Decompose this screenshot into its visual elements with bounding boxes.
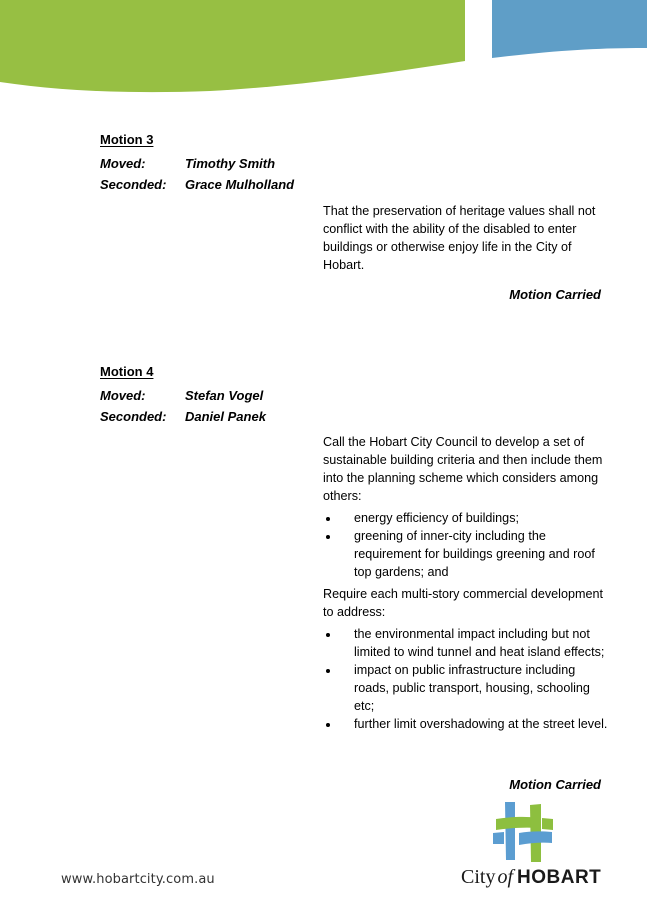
green-wave-shape: [0, 0, 465, 93]
logo-blue-horizontal-left: [493, 832, 504, 844]
motion-3-heading: Motion 3: [100, 132, 154, 147]
motion-4-bullet-list-1: energy efficiency of buildings; greening…: [323, 509, 608, 581]
motion-4-intro: Call the Hobart City Council to develop …: [323, 435, 603, 503]
motion-4-body: Call the Hobart City Council to develop …: [323, 433, 608, 737]
motion-4-seconded-by: Daniel Panek: [185, 409, 266, 424]
logo-of-text: of: [497, 866, 514, 888]
blue-wave-shape: [492, 0, 647, 58]
motion-3-seconded-by: Grace Mulholland: [185, 177, 295, 192]
motion-3-moved-label: Moved:: [100, 156, 146, 171]
motion-4-moved-by: Stefan Vogel: [185, 388, 264, 403]
motion-3-moved-by: Timothy Smith: [185, 156, 276, 171]
logo-city-text: City: [461, 866, 496, 888]
logo-green-horizontal-end: [542, 818, 553, 830]
motion-3-text: That the preservation of heritage values…: [323, 204, 596, 272]
motion-4-bullet-list-2: the environmental impact including but n…: [323, 625, 608, 733]
motion-4-intro-2: Require each multi-story commercial deve…: [323, 587, 603, 619]
logo-wordmark: City of HOBART: [461, 866, 601, 889]
footer-website-link[interactable]: www.hobartcity.com.au: [61, 872, 215, 887]
header-banner: [0, 0, 647, 93]
logo-hobart-text: HOBART: [517, 867, 602, 888]
motion-4-moved-label: Moved:: [100, 388, 146, 403]
list-item: greening of inner-city including the req…: [323, 527, 608, 581]
list-item: the environmental impact including but n…: [323, 625, 608, 661]
list-item: impact on public infrastructure includin…: [323, 661, 608, 715]
list-item: energy efficiency of buildings;: [323, 509, 608, 527]
motion-4-result: Motion Carried: [509, 777, 601, 792]
logo-blue-vertical-bar: [505, 802, 515, 860]
motion-3-body: That the preservation of heritage values…: [323, 202, 605, 274]
motion-3-result: Motion Carried: [509, 287, 601, 302]
motion-4-heading: Motion 4: [100, 364, 154, 379]
motion-4-seconded-label: Seconded:: [100, 409, 167, 424]
motion-3-seconded-label: Seconded:: [100, 177, 167, 192]
list-item: further limit overshadowing at the stree…: [323, 715, 608, 733]
city-of-hobart-logo-icon: [493, 802, 553, 862]
